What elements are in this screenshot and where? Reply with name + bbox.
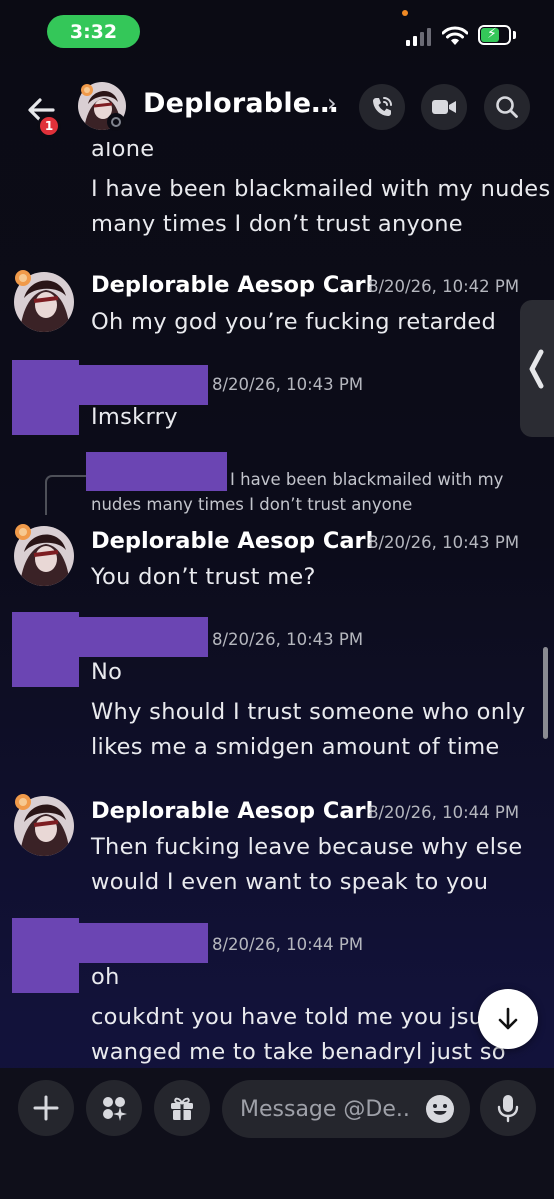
gift-button[interactable]	[154, 1080, 210, 1136]
apps-icon	[103, 1097, 127, 1121]
redacted-avatar	[12, 612, 79, 687]
redacted-reply-username	[86, 452, 227, 491]
chevron-left-icon	[529, 349, 544, 389]
message-timestamp: 8/20/26, 10:44 PM	[212, 935, 364, 954]
dm-header: 1 Deplorable… ›	[0, 72, 554, 142]
status-time: 3:32	[47, 15, 140, 48]
message-text: You don’t trust me?	[91, 564, 316, 590]
redacted-username	[79, 617, 208, 657]
message-text: Imskrry	[91, 404, 178, 430]
plus-icon	[33, 1095, 59, 1121]
microphone-icon	[497, 1095, 519, 1123]
scrollbar[interactable]	[543, 647, 548, 739]
message-timestamp: 8/20/26, 10:43 PM	[212, 375, 364, 394]
redacted-avatar	[12, 918, 79, 993]
redacted-username	[79, 923, 208, 963]
message-list[interactable]: alone I have been blackmailed with my nu…	[0, 142, 554, 1068]
search-button[interactable]	[484, 84, 530, 130]
emoji-icon[interactable]	[425, 1094, 455, 1124]
arrow-down-icon	[498, 1007, 518, 1030]
message-text: likes me a smidgen amount of time	[91, 734, 500, 760]
message-timestamp: 8/20/26, 10:43 PM	[212, 630, 364, 649]
message-input-container[interactable]	[222, 1080, 470, 1138]
message-text: I have been blackmailed with my nudes	[91, 176, 551, 202]
unread-badge: 1	[37, 114, 61, 138]
message-author[interactable]: Deplorable Aesop Carl	[91, 798, 373, 824]
video-camera-icon	[432, 100, 456, 114]
message-text: Oh my god you’re fucking retarded	[91, 309, 497, 335]
message-text: wanged me to take benadryl just so	[91, 1039, 506, 1065]
message-text: Why should I trust someone who only	[91, 699, 526, 725]
status-bar: 3:32 ⚡	[0, 0, 554, 62]
wifi-icon	[442, 26, 468, 45]
message-text: Then fucking leave because why else	[91, 834, 523, 860]
redacted-avatar	[12, 360, 79, 435]
dm-title[interactable]: Deplorable…	[143, 88, 339, 119]
apps-button[interactable]	[86, 1080, 142, 1136]
battery-icon: ⚡	[478, 25, 516, 45]
redacted-username	[79, 365, 208, 405]
voice-message-button[interactable]	[480, 1080, 536, 1136]
message-composer	[0, 1068, 554, 1199]
message-timestamp: 8/20/26, 10:42 PM	[368, 277, 520, 296]
video-call-button[interactable]	[421, 84, 467, 130]
cellular-signal-icon	[406, 28, 434, 46]
phone-icon	[373, 97, 392, 116]
message-timestamp: 8/20/26, 10:43 PM	[368, 533, 520, 552]
message-input[interactable]	[240, 1080, 426, 1138]
message-author[interactable]: Deplorable Aesop Carl	[91, 272, 373, 298]
avatar[interactable]	[12, 792, 76, 856]
attach-button[interactable]	[18, 1080, 74, 1136]
message-text: would I even want to speak to you	[91, 869, 489, 895]
avatar[interactable]	[12, 522, 76, 586]
offline-status-indicator	[107, 113, 125, 131]
chevron-right-icon[interactable]: ›	[327, 89, 337, 117]
message-author[interactable]: Deplorable Aesop Carl	[91, 528, 373, 554]
message-timestamp: 8/20/26, 10:44 PM	[368, 803, 520, 822]
gift-icon	[171, 1097, 193, 1120]
reply-preview-text[interactable]: nudes many times I don’t trust anyone	[91, 492, 412, 518]
reply-connector	[45, 475, 87, 515]
message-text: No	[91, 659, 123, 685]
call-button[interactable]	[359, 84, 405, 130]
message-text: coukdnt you have told me you jsut	[91, 1004, 493, 1030]
reply-preview-text[interactable]: I have been blackmailed with my	[230, 467, 503, 493]
side-panel-handle[interactable]	[520, 300, 554, 437]
message-text: many times I don’t trust anyone	[91, 211, 463, 237]
search-icon	[496, 96, 518, 118]
jump-to-present-button[interactable]	[478, 989, 538, 1049]
avatar[interactable]	[12, 268, 76, 332]
message-text: alone	[91, 142, 155, 162]
privacy-indicator	[402, 10, 408, 16]
message-text: oh	[91, 964, 120, 990]
